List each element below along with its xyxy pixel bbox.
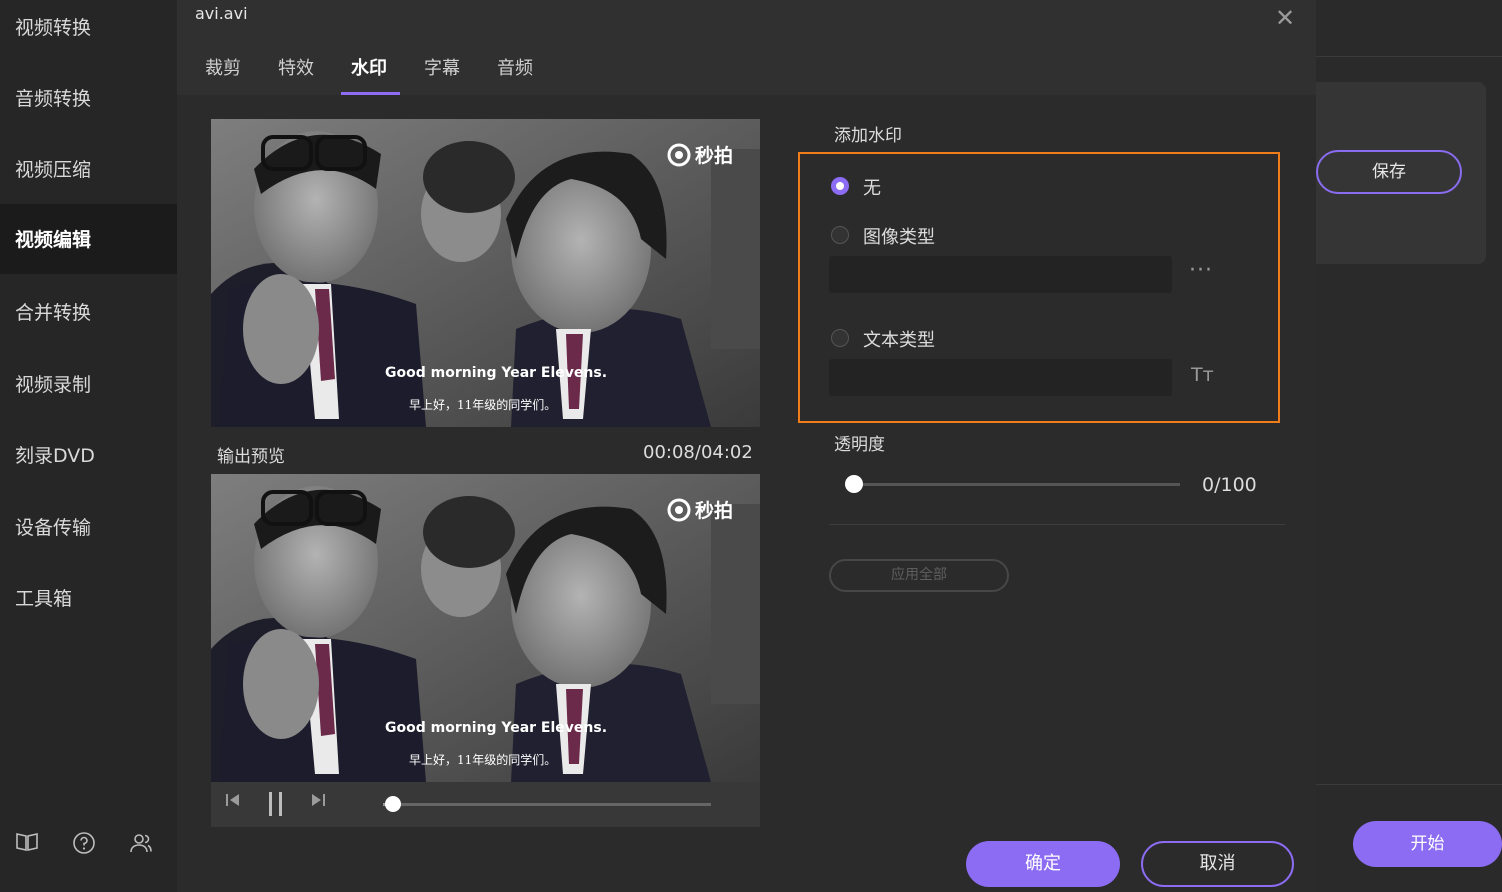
playback-controls (211, 782, 760, 827)
pause-icon[interactable] (266, 791, 286, 822)
opacity-slider[interactable] (845, 475, 1180, 493)
output-video-preview: 秒拍 Good morning Year Elevens. 早上好，11年级的同… (211, 474, 760, 782)
option-image-type-label[interactable]: 图像类型 (863, 223, 935, 249)
video-subtitle-cn: 早上好，11年级的同学们。 (409, 397, 556, 412)
watermark-text-field[interactable] (829, 359, 1172, 396)
tab-subtitle[interactable]: 字幕 (424, 54, 460, 80)
sidebar-item-video-edit[interactable]: 视频编辑 (0, 204, 177, 274)
prev-frame-icon[interactable] (223, 790, 243, 815)
sidebar-item-merge-convert[interactable]: 合并转换 (0, 285, 177, 355)
help-icon[interactable] (72, 831, 96, 860)
dialog-title: avi.avi (195, 4, 248, 23)
output-preview-label: 输出预览 (217, 447, 285, 467)
watermark-heading: 添加水印 (834, 126, 902, 146)
timecode: 00:08/04:02 (643, 442, 753, 463)
tab-active-indicator (341, 92, 400, 95)
output-subtitle-cn: 早上好，11年级的同学们。 (409, 752, 556, 767)
radio-none[interactable] (831, 177, 849, 195)
cancel-button[interactable]: 取消 (1141, 841, 1294, 887)
output-logo-text: 秒拍 (695, 499, 733, 522)
book-icon[interactable] (15, 831, 39, 858)
sidebar-footer (0, 825, 177, 865)
option-text-type-label[interactable]: 文本类型 (863, 326, 935, 352)
sidebar-item-burn-dvd[interactable]: 刻录DVD (0, 428, 177, 498)
tab-effects[interactable]: 特效 (278, 54, 314, 80)
close-icon[interactable]: ✕ (1275, 4, 1295, 32)
video-logo-text: 秒拍 (695, 144, 733, 167)
sidebar-item-video-compress[interactable]: 视频压缩 (0, 142, 177, 212)
ok-button[interactable]: 确定 (966, 841, 1120, 887)
font-settings-icon[interactable]: Tт (1191, 364, 1214, 386)
seek-handle[interactable] (384, 796, 401, 812)
original-video-preview: 秒拍 Good morning Year Elevens. 早上好，11年级的同… (211, 119, 760, 427)
sidebar: 视频转换 音频转换 视频压缩 视频编辑 合并转换 视频录制 刻录DVD 设备传输… (0, 0, 177, 892)
browse-icon[interactable]: ··· (1189, 258, 1213, 283)
tab-watermark[interactable]: 水印 (351, 54, 387, 80)
start-button[interactable]: 开始 (1353, 821, 1502, 867)
sidebar-item-device-transfer[interactable]: 设备传输 (0, 500, 177, 570)
sidebar-item-video-convert[interactable]: 视频转换 (0, 0, 177, 70)
save-button[interactable]: 保存 (1316, 150, 1462, 194)
edit-dialog: avi.avi ✕ 裁剪 特效 水印 字幕 音频 秒拍 Good morning… (177, 0, 1316, 892)
opacity-value: 0/100 (1202, 474, 1257, 496)
right-panel-lower-divider (1316, 784, 1502, 785)
users-icon[interactable] (129, 831, 153, 860)
output-subtitle-en: Good morning Year Elevens. (385, 720, 607, 736)
radio-image-type[interactable] (831, 226, 849, 244)
next-frame-icon[interactable] (308, 790, 328, 815)
radio-text-type[interactable] (831, 329, 849, 347)
video-subtitle-en: Good morning Year Elevens. (385, 365, 607, 381)
dialog-header: avi.avi ✕ 裁剪 特效 水印 字幕 音频 (177, 0, 1316, 95)
image-path-field[interactable] (829, 256, 1172, 293)
opacity-label: 透明度 (834, 435, 885, 455)
opacity-slider-handle[interactable] (845, 475, 863, 493)
tab-crop[interactable]: 裁剪 (205, 54, 241, 80)
settings-divider (829, 524, 1285, 525)
tab-audio[interactable]: 音频 (497, 54, 533, 80)
right-panel-divider (1316, 56, 1502, 57)
option-none-label[interactable]: 无 (863, 174, 881, 200)
sidebar-item-toolbox[interactable]: 工具箱 (0, 571, 177, 641)
apply-all-button[interactable]: 应用全部 (829, 559, 1009, 592)
sidebar-item-audio-convert[interactable]: 音频转换 (0, 71, 177, 141)
seek-bar[interactable] (383, 796, 711, 812)
sidebar-item-video-record[interactable]: 视频录制 (0, 357, 177, 427)
